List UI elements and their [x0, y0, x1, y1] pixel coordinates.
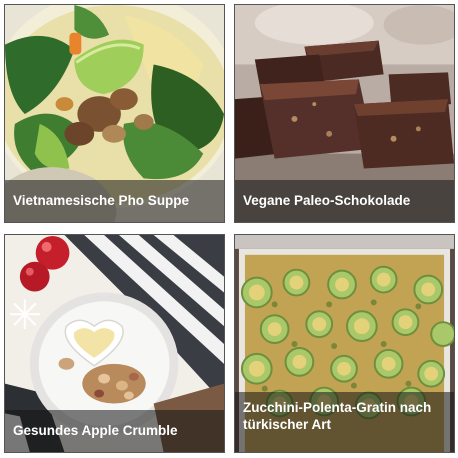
- recipe-title[interactable]: Vegane Paleo-Schokolade: [235, 180, 454, 222]
- recipe-card-chocolate[interactable]: Vegane Paleo-Schokolade: [234, 4, 455, 223]
- recipe-title[interactable]: Vietnamesische Pho Suppe: [5, 180, 224, 222]
- recipe-card-zucchini-gratin[interactable]: Zucchini-Polenta-Gratin nach türkischer …: [234, 234, 455, 453]
- recipe-card-apple-crumble[interactable]: Gesundes Apple Crumble: [4, 234, 225, 453]
- recipe-title[interactable]: Gesundes Apple Crumble: [5, 410, 224, 452]
- recipe-title[interactable]: Zucchini-Polenta-Gratin nach türkischer …: [235, 392, 454, 452]
- recipe-card-pho[interactable]: Vietnamesische Pho Suppe: [4, 4, 225, 223]
